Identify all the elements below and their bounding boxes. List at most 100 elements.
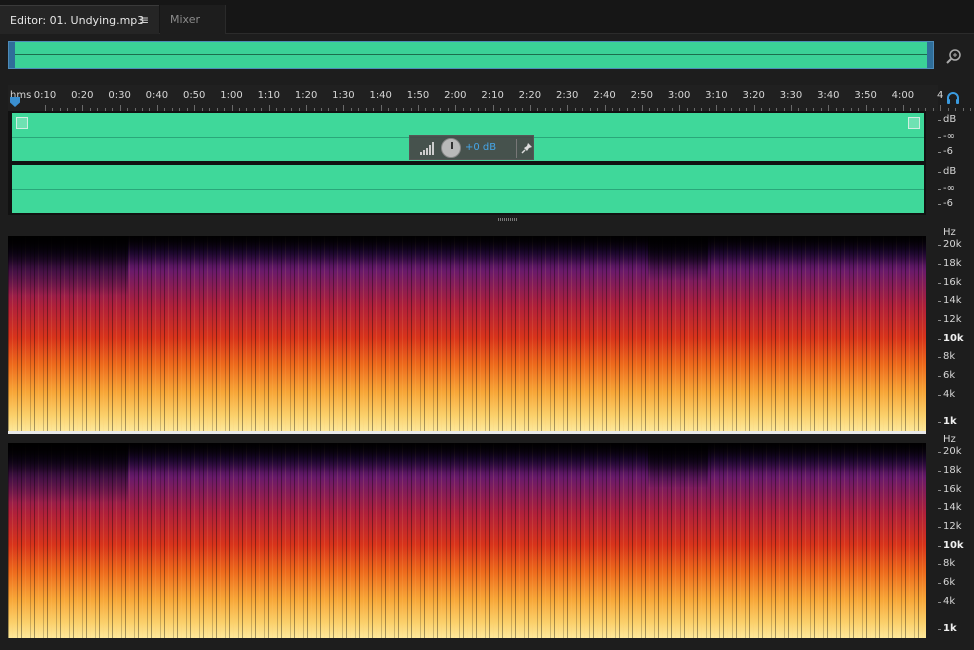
ruler-label: 3:10 [705,90,728,101]
frequency-label: 14k [943,295,962,306]
ruler-label: 3:20 [742,90,765,101]
spectrum-quiet-region [648,443,708,488]
ruler-label: 3:00 [667,90,691,101]
overview-left-handle[interactable] [9,42,15,68]
frequency-label: 18k [943,258,962,269]
frequency-tick [938,376,941,377]
spectral-display-right[interactable] [8,443,926,638]
frequency-label: 1k [943,416,957,427]
frequency-tick [938,490,941,491]
time-ruler[interactable]: hms 0:10 0:20 0:30 0:40 0:50 1:00 1:10 1:20 1:30… [8,85,972,111]
frequency-tick [938,471,941,472]
amp-label-ch2-unit: dB [943,166,957,177]
spectrum-quiet-region [8,443,128,503]
tab-menu-icon[interactable]: ≡ [139,6,149,35]
frequency-label: 16k [943,484,962,495]
ruler-label: 3:40 [817,90,840,101]
tab-mixer[interactable]: Mixer [160,5,226,34]
waveform-center-line [12,189,924,190]
amp-tick [938,137,941,138]
spectrum-top-fade [8,443,926,473]
headphones-icon[interactable] [946,91,960,105]
playhead-marker[interactable] [10,97,20,107]
frequency-tick [938,508,941,509]
frequency-tick [938,357,941,358]
volume-knob-icon[interactable] [441,138,461,158]
frequency-label: 6k [943,577,956,588]
waveform-channel-right[interactable] [12,165,924,213]
ruler-label: 2:10 [481,90,504,101]
ruler-label: 0:30 [108,90,131,101]
hud-separator [516,139,517,158]
frequency-tick [938,395,941,396]
frequency-tick [938,422,941,423]
frequency-scale-left: Hz 20k 18k 16k 14k 12k 10k 8k 6k 4k 1k [938,227,974,427]
frequency-scale-right: Hz 20k 18k 16k 14k 12k 10k 8k 6k 4k 1k [938,434,974,634]
frequency-unit-label: Hz [943,434,956,445]
ruler-label: 4:00 [891,90,915,101]
ruler-label: 1:40 [369,90,392,101]
volume-value[interactable]: +0 dB [465,142,496,153]
ruler-label: 1:20 [294,90,318,101]
tab-mixer-label: Mixer [170,13,201,26]
frequency-tick [938,629,941,630]
frequency-label: 12k [943,521,962,532]
spectral-display-left[interactable] [8,236,926,431]
ruler-label: 2:40 [593,90,616,101]
frequency-label: 4k [943,596,956,607]
frequency-label: 12k [943,314,962,325]
volume-hud: +0 dB [409,135,534,160]
waveform-display[interactable] [8,111,926,215]
overview-right-handle[interactable] [927,42,933,68]
ruler-label: 2:00 [444,90,467,101]
frequency-tick [938,546,941,547]
overview-waveform-line [15,54,927,55]
frequency-tick [938,301,941,302]
overview-navigator[interactable] [8,41,934,69]
ruler-label: 1:00 [220,90,243,101]
frequency-label: 1k [943,623,957,634]
frequency-tick [938,339,941,340]
ruler-label: 0:10 [33,90,57,101]
pin-icon[interactable] [521,142,533,154]
amp-tick [938,204,941,205]
ruler-label: 2:20 [518,90,542,101]
frequency-tick [938,320,941,321]
frequency-label: 14k [943,502,962,513]
ruler-label: 4 [937,90,944,101]
amp-tick [938,172,941,173]
volume-bars-icon [420,142,434,155]
frequency-label: 16k [943,277,962,288]
frequency-label: 20k [943,239,962,250]
frequency-label: 4k [943,389,956,400]
zoom-icon[interactable] [944,46,964,66]
fade-in-handle[interactable] [16,117,28,129]
frequency-tick [938,283,941,284]
spectrum-quiet-region [8,236,128,296]
panel-tab-bar: Editor: 01. Undying.mp3 ≡ Mixer [0,0,974,34]
ruler-label: 0:20 [71,90,94,101]
frequency-label: 10k [943,540,964,551]
ruler-label: 0:50 [182,90,206,101]
frequency-tick [938,245,941,246]
ruler-label: 1:30 [332,90,355,101]
tab-editor[interactable]: Editor: 01. Undying.mp3 ≡ [0,5,159,34]
spectrum-top-fade [8,236,926,266]
spectrum-quiet-region [648,236,708,281]
amp-tick [938,120,941,121]
ruler-label: 3:50 [854,90,877,101]
ruler-minor-tick [932,108,934,111]
fade-out-handle[interactable] [908,117,920,129]
frequency-label: 18k [943,465,962,476]
ruler-label: 1:50 [406,90,430,101]
ruler-label: 0:40 [145,90,169,101]
frequency-label: 6k [943,370,956,381]
frequency-label: 8k [943,351,956,362]
amp-label-ch1-inf: -∞ [943,131,955,142]
amp-label-ch1-unit: dB [943,114,957,125]
panel-resize-grip[interactable] [498,218,518,221]
amplitude-scale: dB -∞ -6 dB -∞ -6 [938,111,974,215]
tab-editor-label: Editor: 01. Undying.mp3 [10,14,145,27]
ruler-label: 2:30 [555,90,579,101]
frequency-tick [938,564,941,565]
